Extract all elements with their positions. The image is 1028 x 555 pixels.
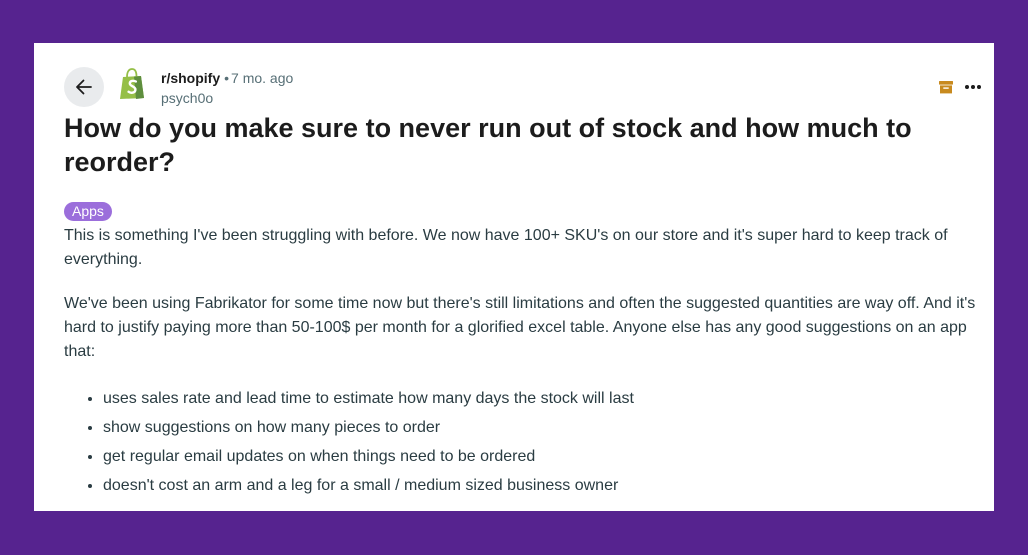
meta-separator: •: [224, 70, 230, 86]
subreddit-link[interactable]: r/shopify: [161, 70, 220, 86]
post-title[interactable]: How do you make sure to never run out of…: [64, 111, 964, 179]
author-link[interactable]: psych0o: [161, 88, 293, 108]
list-item: show suggestions on how many pieces to o…: [103, 413, 984, 442]
post-paragraph: We've been using Fabrikator for some tim…: [64, 295, 976, 360]
post-card: r/shopify • 7 mo. ago psych0o How do you m…: [34, 43, 994, 511]
back-button[interactable]: [64, 67, 104, 107]
archive-icon: [939, 81, 953, 94]
post-meta: r/shopify • 7 mo. ago psych0o: [161, 68, 293, 108]
list-item: doesn't cost an arm and a leg for a smal…: [103, 471, 984, 500]
more-horizontal-icon[interactable]: [964, 82, 982, 92]
post-paragraph: This is something I've been struggling w…: [64, 227, 948, 268]
list-item: uses sales rate and lead time to estimat…: [103, 384, 984, 413]
post-bullet-list: uses sales rate and lead time to estimat…: [64, 384, 984, 500]
shopify-bag-icon[interactable]: [116, 67, 148, 101]
post-body: This is something I've been struggling w…: [64, 224, 984, 500]
post-flair[interactable]: Apps: [64, 202, 112, 221]
post-age: 7 mo. ago: [231, 70, 294, 86]
list-item: get regular email updates on when things…: [103, 442, 984, 471]
arrow-left-icon: [76, 79, 92, 95]
